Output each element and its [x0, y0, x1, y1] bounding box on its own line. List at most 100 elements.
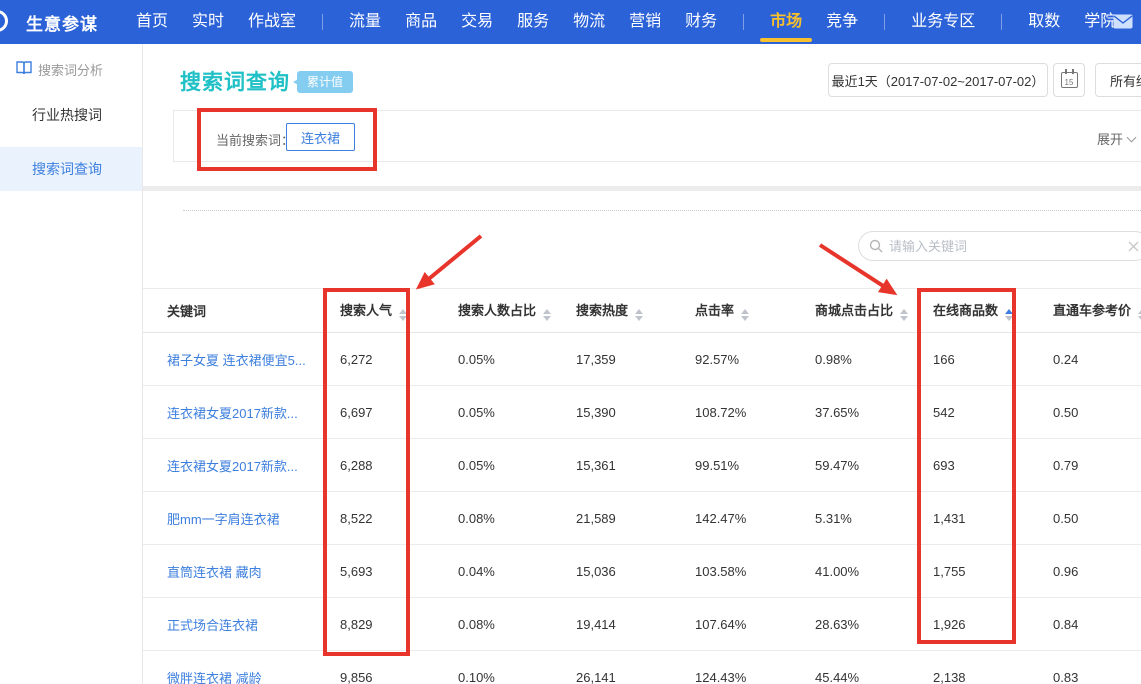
cell-value: 6,272	[340, 352, 373, 367]
table-cell: 6,288	[333, 439, 453, 492]
expand-toggle[interactable]: 展开	[1097, 129, 1135, 148]
nav-item-10[interactable]: 财务	[685, 0, 717, 44]
table-cell: 15,036	[571, 545, 691, 598]
sort-icon[interactable]	[635, 309, 643, 321]
nav-item-9[interactable]: 营销	[629, 0, 661, 44]
cell-value: 124.43%	[695, 670, 746, 684]
table-cell: 41.00%	[811, 545, 931, 598]
column-header-6[interactable]: 在线商品数	[931, 289, 1051, 333]
nav-item-1[interactable]: 实时	[192, 0, 224, 44]
cell-value: 0.83	[1053, 670, 1078, 684]
column-header-2[interactable]: 搜索人数占比	[453, 289, 571, 333]
table-cell: 5.31%	[811, 492, 931, 545]
clear-icon[interactable]	[1128, 241, 1139, 252]
sort-icon[interactable]	[543, 309, 551, 321]
cell-value: 19,414	[576, 617, 616, 632]
sidebar-item-search-word-query[interactable]: 搜索词查询	[0, 147, 142, 191]
keyword-link[interactable]: 连衣裙女夏2017新款...	[167, 459, 298, 474]
cell-value: 107.64%	[695, 617, 746, 632]
table-cell: 28.63%	[811, 598, 931, 651]
column-header-1[interactable]: 搜索人气	[333, 289, 453, 333]
table-cell: 0.79	[1051, 439, 1141, 492]
sort-icon[interactable]	[900, 309, 908, 321]
nav-item-12[interactable]: 市场	[770, 0, 802, 44]
nav-item-13[interactable]: 竞争	[826, 0, 858, 44]
column-label: 在线商品数	[933, 303, 998, 318]
cell-value: 542	[933, 405, 955, 420]
table-cell: 正式场合连衣裙	[143, 598, 333, 651]
table-cell: 45.44%	[811, 651, 931, 684]
expand-label: 展开	[1097, 129, 1123, 148]
nav-items: 首页实时作战室 流量商品交易服务物流营销财务 市场竞争 业务专区 取数学院	[124, 0, 1128, 44]
keyword-link[interactable]: 微胖连衣裙 减龄	[167, 671, 262, 684]
nav-item-0[interactable]: 首页	[136, 0, 168, 44]
keyword-link[interactable]: 肥mm一字肩连衣裙	[167, 512, 280, 527]
keyword-link[interactable]: 连衣裙女夏2017新款...	[167, 406, 298, 421]
dotted-divider	[183, 210, 1141, 211]
cell-value: 45.44%	[815, 670, 859, 684]
cell-value: 142.47%	[695, 511, 746, 526]
table-cell: 8,522	[333, 492, 453, 545]
sort-icon[interactable]	[741, 309, 749, 321]
nav-item-4[interactable]: 流量	[349, 0, 381, 44]
nav-item-7[interactable]: 服务	[517, 0, 549, 44]
terminal-select-button[interactable]: 所有终端	[1095, 63, 1141, 97]
table-row: 连衣裙女夏2017新款...6,2880.05%15,36199.51%59.4…	[143, 439, 1141, 492]
filter-panel: 当前搜索词： 连衣裙 展开	[173, 110, 1141, 162]
sidebar-item-industry-hot-words[interactable]: 行业热搜词	[0, 93, 142, 137]
table-cell: 92.57%	[691, 333, 811, 386]
cell-value: 108.72%	[695, 405, 746, 420]
cell-value: 15,361	[576, 458, 616, 473]
column-header-4[interactable]: 点击率	[691, 289, 811, 333]
cell-value: 0.05%	[458, 458, 495, 473]
keyword-link[interactable]: 裙子女夏 连衣裙便宜5...	[167, 353, 306, 368]
table-cell: 0.84	[1051, 598, 1141, 651]
keyword-link[interactable]: 直筒连衣裙 藏肉	[167, 565, 262, 580]
current-keyword-tag[interactable]: 连衣裙	[286, 123, 355, 151]
cell-value: 166	[933, 352, 955, 367]
nav-item-18[interactable]: 学院	[1084, 0, 1116, 44]
column-header-0: 关键词	[143, 289, 333, 333]
cell-value: 0.05%	[458, 405, 495, 420]
sort-icon[interactable]	[399, 309, 407, 321]
table-cell: 0.05%	[453, 333, 571, 386]
nav-item-15[interactable]: 业务专区	[911, 0, 975, 44]
top-nav: 生意参谋 首页实时作战室 流量商品交易服务物流营销财务 市场竞争 业务专区 取数学院	[0, 0, 1141, 44]
table-cell: 0.96	[1051, 545, 1141, 598]
table-cell: 直筒连衣裙 藏肉	[143, 545, 333, 598]
sidebar-section-label: 搜索词分析	[38, 60, 103, 79]
date-range-button[interactable]: 最近1天（2017-07-02~2017-07-02）	[828, 63, 1048, 97]
cell-value: 5.31%	[815, 511, 852, 526]
sort-icon[interactable]	[1005, 309, 1013, 321]
calendar-button[interactable]: 15	[1053, 63, 1085, 97]
keyword-link[interactable]: 正式场合连衣裙	[167, 618, 258, 633]
nav-item-2[interactable]: 作战室	[248, 0, 296, 44]
brand-title[interactable]: 生意参谋	[26, 10, 98, 35]
column-label: 商城点击占比	[815, 303, 893, 318]
nav-item-6[interactable]: 交易	[461, 0, 493, 44]
nav-item-5[interactable]: 商品	[405, 0, 437, 44]
section-separator	[143, 186, 1141, 191]
page: 生意参谋 首页实时作战室 流量商品交易服务物流营销财务 市场竞争 业务专区 取数学院 搜…	[0, 0, 1141, 684]
nav-item-17[interactable]: 取数	[1028, 0, 1060, 44]
table-cell: 裙子女夏 连衣裙便宜5...	[143, 333, 333, 386]
table-cell: 连衣裙女夏2017新款...	[143, 386, 333, 439]
column-header-7[interactable]: 直通车参考价	[1051, 289, 1141, 333]
cell-value: 693	[933, 458, 955, 473]
cell-value: 0.79	[1053, 458, 1078, 473]
mail-icon[interactable]	[1113, 14, 1133, 34]
table-cell: 15,390	[571, 386, 691, 439]
cell-value: 0.08%	[458, 511, 495, 526]
cell-value: 0.50	[1053, 405, 1078, 420]
nav-item-8[interactable]: 物流	[573, 0, 605, 44]
column-label: 搜索人数占比	[458, 303, 536, 318]
table-cell: 17,359	[571, 333, 691, 386]
table-row: 直筒连衣裙 藏肉5,6930.04%15,036103.58%41.00%1,7…	[143, 545, 1141, 598]
book-icon	[16, 61, 32, 78]
keyword-search-input[interactable]	[889, 239, 1128, 254]
cell-value: 0.84	[1053, 617, 1078, 632]
table-cell: 542	[931, 386, 1051, 439]
nav-divider	[1001, 14, 1002, 30]
column-header-5[interactable]: 商城点击占比	[811, 289, 931, 333]
column-header-3[interactable]: 搜索热度	[571, 289, 691, 333]
